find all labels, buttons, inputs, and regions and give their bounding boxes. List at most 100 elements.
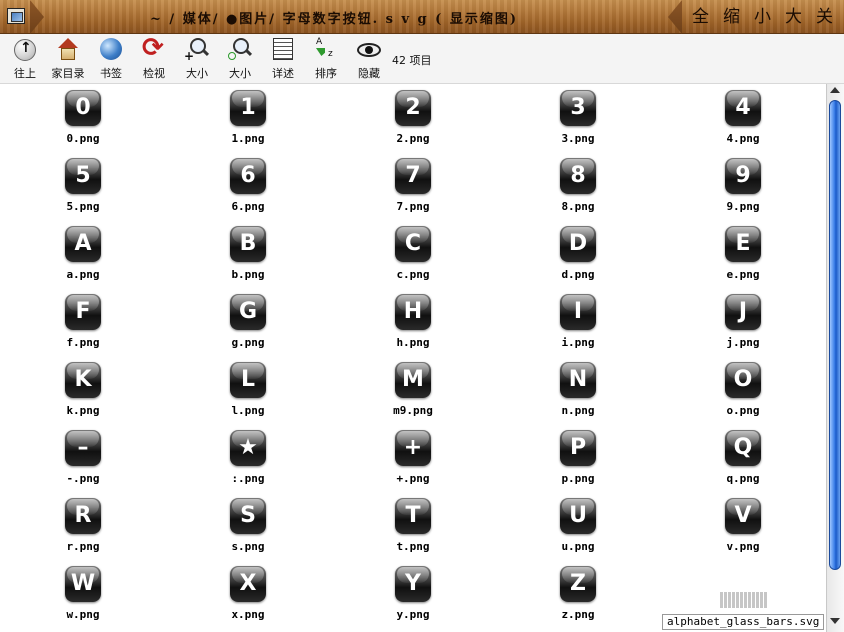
vertical-scrollbar[interactable]: [826, 84, 844, 632]
file-item[interactable]: 9 9.png: [693, 152, 793, 218]
file-item[interactable]: + +.png: [363, 424, 463, 490]
file-item[interactable]: Ss.png: [198, 492, 298, 558]
file-item[interactable]: 4 4.png: [693, 84, 793, 150]
sort-icon: Az: [316, 37, 333, 59]
file-item[interactable]: Ee.png: [693, 220, 793, 286]
maximize-button[interactable]: 大: [785, 6, 802, 28]
zoom-out-icon: [227, 37, 253, 63]
file-item[interactable]: Pp.png: [528, 424, 628, 490]
all-desktops-button[interactable]: 全: [692, 6, 709, 28]
file-item[interactable]: Bb.png: [198, 220, 298, 286]
hide-button[interactable]: 隐藏: [349, 37, 389, 81]
eye-icon: [356, 37, 382, 63]
thumbnail-glyph: 4: [735, 95, 751, 120]
file-item[interactable]: Qq.png: [693, 424, 793, 490]
resize-grip[interactable]: [720, 592, 768, 608]
minimize-button[interactable]: 小: [754, 6, 771, 28]
file-item[interactable]: 7 7.png: [363, 152, 463, 218]
file-item[interactable]: Vv.png: [693, 492, 793, 558]
thumbnail-glyph: O: [733, 367, 753, 392]
sort-label: 排序: [315, 67, 337, 80]
close-button[interactable]: 关: [816, 6, 833, 28]
thumbnail-glass-button: X: [230, 566, 266, 602]
thumbnail-glass-button: L: [230, 362, 266, 398]
thumbnail-glyph: K: [74, 367, 92, 392]
file-item[interactable]: 3 3.png: [528, 84, 628, 150]
thumbnail-glyph: W: [70, 571, 96, 596]
bookmark-globe-icon: [98, 37, 124, 63]
shade-button[interactable]: 缩: [723, 6, 740, 28]
home-icon: [55, 37, 81, 63]
file-item[interactable]: 1 1.png: [198, 84, 298, 150]
thumbnail-glyph: +: [403, 435, 423, 460]
bookmarks-button[interactable]: 书签: [91, 37, 131, 81]
file-item[interactable]: Yy.png: [363, 560, 463, 626]
file-item[interactable]: Gg.png: [198, 288, 298, 354]
details-label: 详述: [272, 67, 294, 80]
file-name: 2.png: [396, 132, 430, 145]
file-name: k.png: [66, 404, 100, 417]
file-item[interactable]: Dd.png: [528, 220, 628, 286]
file-item[interactable]: ★:.png: [198, 424, 298, 490]
file-item[interactable]: Ii.png: [528, 288, 628, 354]
thumbnail-glyph: 7: [405, 163, 421, 188]
thumbnail-glyph: Z: [570, 571, 586, 596]
details-button[interactable]: 详述: [263, 37, 303, 81]
file-item[interactable]: Tt.png: [363, 492, 463, 558]
up-button[interactable]: 往上: [5, 37, 45, 81]
thumbnail-glyph: X: [239, 571, 257, 596]
file-item[interactable]: Uu.png: [528, 492, 628, 558]
file-name: i.png: [561, 336, 595, 349]
file-item[interactable]: Kk.png: [33, 356, 133, 422]
thumbnail-glyph: A: [74, 231, 92, 256]
thumbnail-glyph: F: [75, 299, 91, 324]
thumbnail-glass-button: W: [65, 566, 101, 602]
thumbnail-glass-button: S: [230, 498, 266, 534]
file-item[interactable]: Oo.png: [693, 356, 793, 422]
details-icon: [270, 37, 296, 63]
scroll-up-icon[interactable]: [830, 87, 840, 93]
file-name: q.png: [726, 472, 760, 485]
thumbnail-glass-button: B: [230, 226, 266, 262]
file-item[interactable]: 5 5.png: [33, 152, 133, 218]
file-item[interactable]: Cc.png: [363, 220, 463, 286]
file-name: c.png: [396, 268, 430, 281]
file-item[interactable]: Nn.png: [528, 356, 628, 422]
thumbnail-glass-button: 3: [560, 90, 596, 126]
thumbnail-glyph: Q: [733, 435, 753, 460]
zoom-out-button[interactable]: 大小: [220, 37, 260, 81]
thumbnail-glyph: H: [403, 299, 423, 324]
file-item[interactable]: Ll.png: [198, 356, 298, 422]
file-item[interactable]: Jj.png: [693, 288, 793, 354]
thumbnail-glyph: 0: [75, 95, 91, 120]
scroll-thumb[interactable]: [829, 100, 841, 570]
file-item[interactable]: Xx.png: [198, 560, 298, 626]
file-item[interactable]: Aa.png: [33, 220, 133, 286]
thumbnail-glyph: ★: [238, 435, 258, 460]
file-item[interactable]: Rr.png: [33, 492, 133, 558]
zoom-in-button[interactable]: + 大小: [177, 37, 217, 81]
file-name: j.png: [726, 336, 760, 349]
file-item[interactable]: Zz.png: [528, 560, 628, 626]
file-item[interactable]: Mm9.png: [363, 356, 463, 422]
thumbnail-glass-button: U: [560, 498, 596, 534]
file-item[interactable]: 2 2.png: [363, 84, 463, 150]
scroll-down-icon[interactable]: [830, 618, 840, 624]
file-item[interactable]: 8 8.png: [528, 152, 628, 218]
file-item[interactable]: Ww.png: [33, 560, 133, 626]
thumbnail-glass-button: M: [395, 362, 431, 398]
file-item[interactable]: 6 6.png: [198, 152, 298, 218]
sort-button[interactable]: Az 排序: [306, 37, 346, 81]
view-reload-button[interactable]: 检视: [134, 33, 174, 81]
thumbnail-glass-button: 7: [395, 158, 431, 194]
file-item[interactable]: – -.png: [33, 424, 133, 490]
file-name: 8.png: [561, 200, 595, 213]
file-item[interactable]: 0 0.png: [33, 84, 133, 150]
home-button[interactable]: 家目录: [48, 37, 88, 81]
zoom-out-label: 大小: [229, 67, 251, 80]
window-menu-icon[interactable]: [7, 8, 25, 24]
file-name: u.png: [561, 540, 595, 553]
file-item[interactable]: Hh.png: [363, 288, 463, 354]
file-item[interactable]: Ff.png: [33, 288, 133, 354]
up-label: 往上: [14, 67, 36, 80]
